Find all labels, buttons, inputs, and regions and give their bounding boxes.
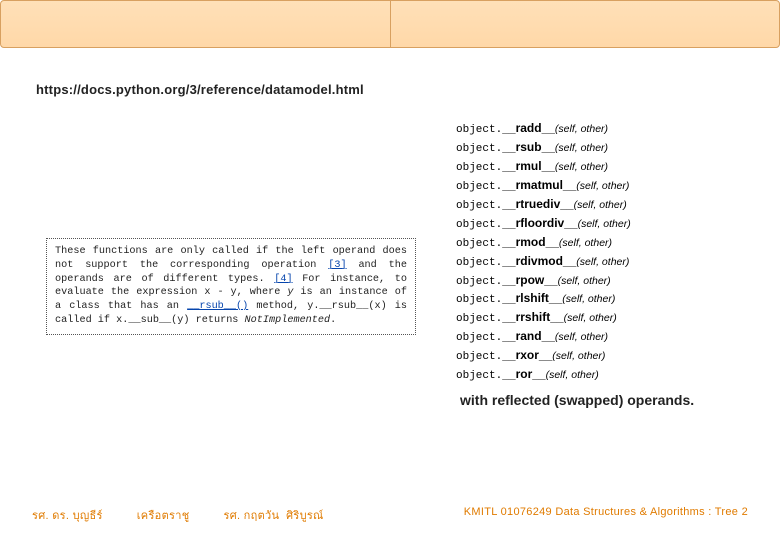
method-args: (self, other) <box>578 218 631 230</box>
method-args: (self, other) <box>576 256 629 268</box>
footnote-link-4[interactable]: [4] <box>274 274 292 285</box>
notimplemented: NotImplemented <box>245 315 331 326</box>
method-args: (self, other) <box>558 275 611 287</box>
method-row: object.__rrshift__(self, other) <box>456 309 756 328</box>
method-args: (self, other) <box>555 331 608 343</box>
desc-text: returns <box>190 315 245 326</box>
method-row: object.__rsub__(self, other) <box>456 139 756 158</box>
method-prefix: object. <box>456 181 502 193</box>
footer-authors: รศ. ดร. บุญธีร์ เครือตราชู รศ. กฤตวัน ศิริ… <box>32 506 324 524</box>
title-cell-left <box>1 1 391 47</box>
method-prefix: object. <box>456 313 502 325</box>
method-name: __rxor__ <box>502 348 552 362</box>
desc-text: method, <box>248 301 307 312</box>
footnote-link-3[interactable]: [3] <box>328 260 346 271</box>
method-row: object.__radd__(self, other) <box>456 120 756 139</box>
method-name: __rtruediv__ <box>502 197 573 211</box>
author: เครือตราชู <box>137 510 190 522</box>
method-name: __rmul__ <box>502 159 555 173</box>
desc-period: . <box>330 315 336 326</box>
method-name: __rmatmul__ <box>502 178 576 192</box>
desc-text: , where <box>237 287 288 298</box>
method-args: (self, other) <box>552 350 605 362</box>
method-args: (self, other) <box>555 142 608 154</box>
method-row: object.__rmul__(self, other) <box>456 158 756 177</box>
method-prefix: object. <box>456 162 502 174</box>
method-args: (self, other) <box>555 123 608 135</box>
method-name: __rand__ <box>502 329 555 343</box>
method-row: object.__rmatmul__(self, other) <box>456 177 756 196</box>
author: รศ. กฤตวัน <box>223 510 279 522</box>
method-prefix: object. <box>456 332 502 344</box>
footer-course: KMITL 01076249 Data Structures & Algorit… <box>464 506 748 524</box>
author: ศิริบูรณ์ <box>286 510 324 522</box>
method-list: object.__radd__(self, other)object.__rsu… <box>456 120 756 385</box>
method-name: __rdivmod__ <box>502 254 576 268</box>
method-row: object.__rlshift__(self, other) <box>456 290 756 309</box>
method-prefix: object. <box>456 200 502 212</box>
method-name: __ror__ <box>502 367 545 381</box>
method-args: (self, other) <box>574 199 627 211</box>
method-row: object.__rdivmod__(self, other) <box>456 253 756 272</box>
method-args: (self, other) <box>546 369 599 381</box>
method-prefix: object. <box>456 124 502 136</box>
method-name: __rsub__ <box>502 140 555 154</box>
method-row: object.__rfloordiv__(self, other) <box>456 215 756 234</box>
method-args: (self, other) <box>562 293 615 305</box>
code-call: y.__rsub__(x) <box>307 301 386 312</box>
method-name: __rpow__ <box>502 273 557 287</box>
method-prefix: object. <box>456 351 502 363</box>
title-bar <box>0 0 780 48</box>
reference-url: https://docs.python.org/3/reference/data… <box>36 82 364 97</box>
method-row: object.__rxor__(self, other) <box>456 347 756 366</box>
method-prefix: object. <box>456 238 502 250</box>
method-name: __rlshift__ <box>502 291 562 305</box>
method-name: __rfloordiv__ <box>502 216 577 230</box>
slide: https://docs.python.org/3/reference/data… <box>0 0 780 540</box>
method-row: object.__rmod__(self, other) <box>456 234 756 253</box>
rsub-method-link[interactable]: __rsub__() <box>187 301 248 312</box>
method-prefix: object. <box>456 370 502 382</box>
footer: รศ. ดร. บุญธีร์ เครือตราชู รศ. กฤตวัน ศิริ… <box>0 506 780 524</box>
method-prefix: object. <box>456 257 502 269</box>
title-cell-right <box>391 1 780 47</box>
method-row: object.__rand__(self, other) <box>456 328 756 347</box>
code-call2: x.__sub__(y) <box>116 315 189 326</box>
method-args: (self, other) <box>576 180 629 192</box>
method-prefix: object. <box>456 294 502 306</box>
method-args: (self, other) <box>559 237 612 249</box>
method-prefix: object. <box>456 219 502 231</box>
method-prefix: object. <box>456 143 502 155</box>
method-row: object.__rpow__(self, other) <box>456 272 756 291</box>
code-expr: x - y <box>204 287 236 298</box>
method-row: object.__ror__(self, other) <box>456 366 756 385</box>
method-name: __radd__ <box>502 121 555 135</box>
description-box: These functions are only called if the l… <box>46 238 416 335</box>
method-name: __rrshift__ <box>502 310 563 324</box>
method-name: __rmod__ <box>502 235 559 249</box>
author: รศ. ดร. บุญธีร์ <box>32 510 103 522</box>
reflected-caption: with reflected (swapped) operands. <box>460 392 694 408</box>
method-row: object.__rtruediv__(self, other) <box>456 196 756 215</box>
method-args: (self, other) <box>555 161 608 173</box>
method-args: (self, other) <box>564 312 617 324</box>
method-prefix: object. <box>456 276 502 288</box>
